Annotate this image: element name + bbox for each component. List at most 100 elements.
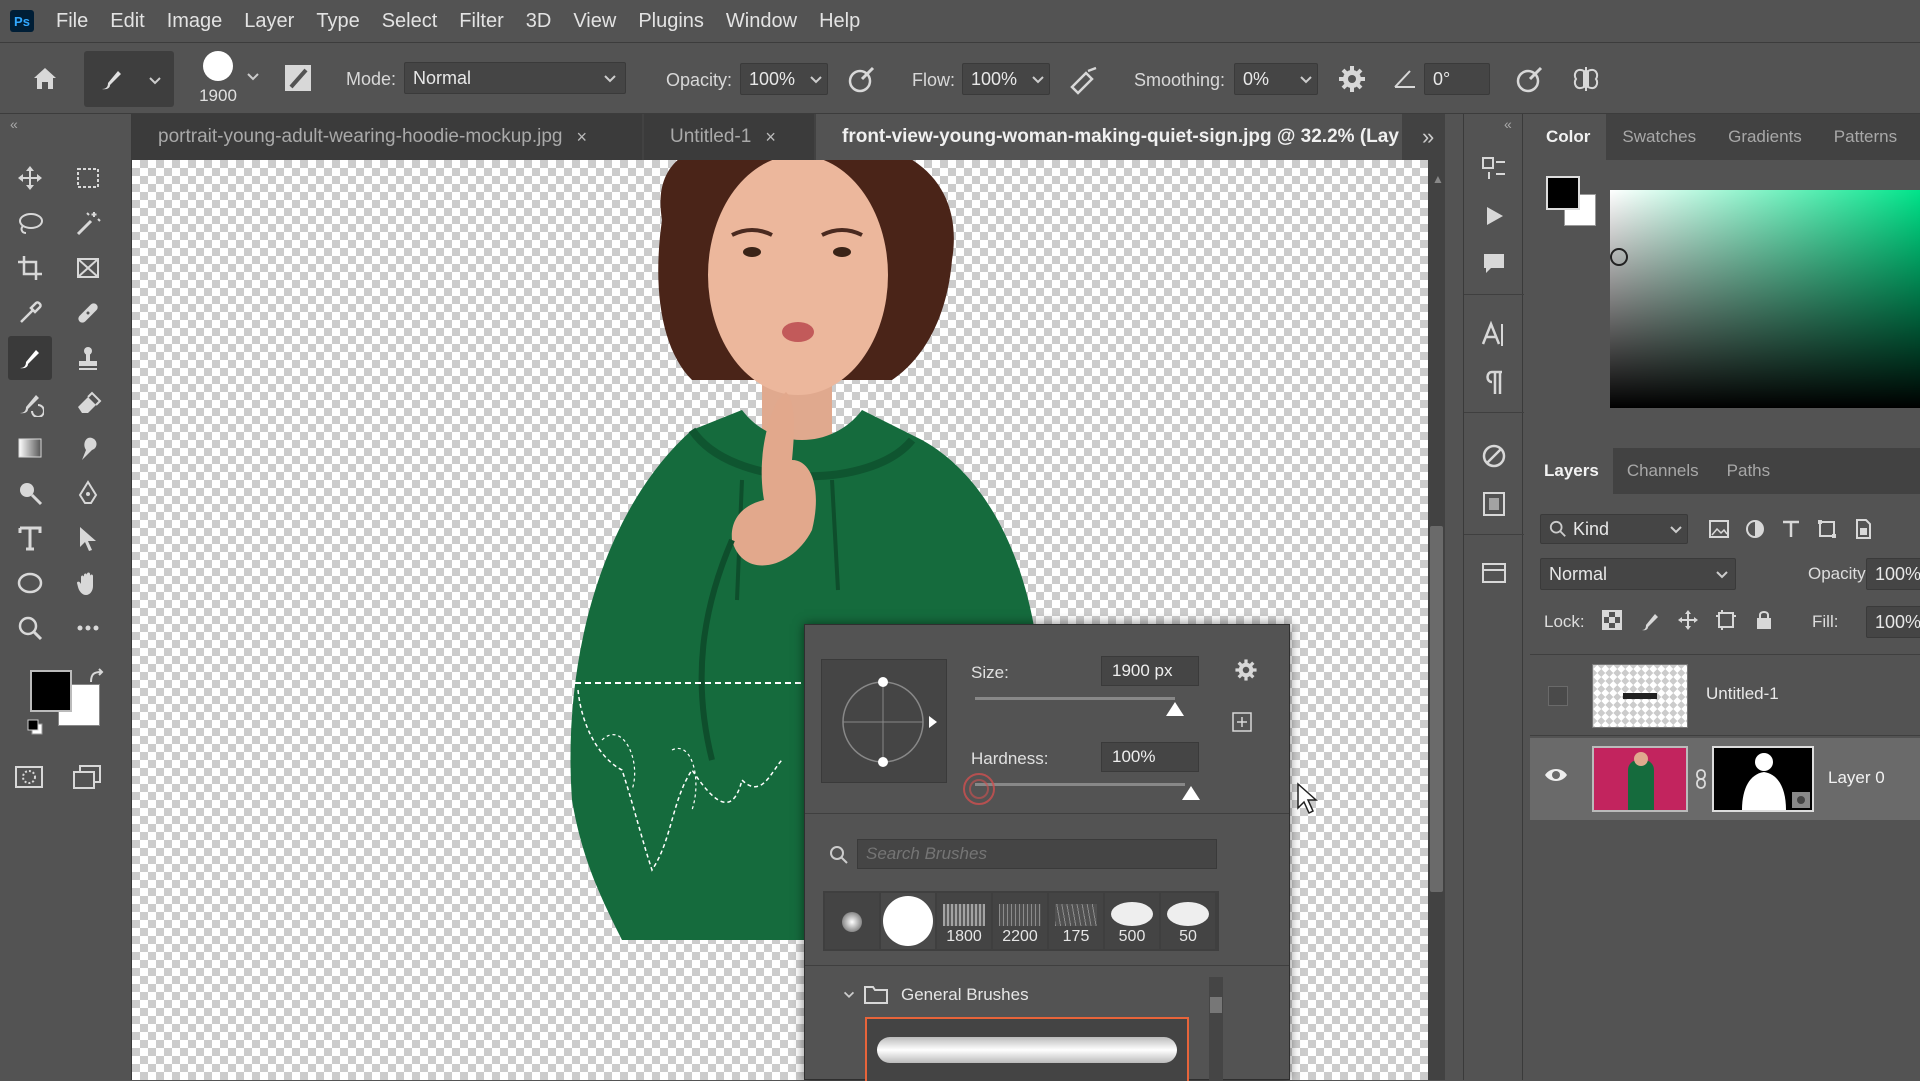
lock-artboard-icon[interactable] — [1714, 608, 1738, 632]
brush-tool-icon[interactable] — [8, 336, 52, 380]
pixel-filter-icon[interactable] — [1708, 518, 1730, 540]
menu-file[interactable]: File — [56, 10, 88, 33]
vertical-scrollbar[interactable]: ▲ — [1428, 160, 1445, 1080]
fill-field[interactable]: 100% — [1866, 606, 1920, 638]
history-icon[interactable] — [1464, 144, 1524, 192]
hand-tool-icon[interactable] — [66, 561, 110, 605]
expand-panel-icon[interactable]: « — [1504, 116, 1512, 132]
lock-pixels-icon[interactable] — [1638, 608, 1662, 632]
menu-select[interactable]: Select — [382, 10, 438, 33]
clone-stamp-tool-icon[interactable] — [66, 336, 110, 380]
pressure-size-icon[interactable] — [1514, 63, 1546, 95]
libraries-icon[interactable] — [1464, 480, 1524, 528]
tab-patterns[interactable]: Patterns — [1818, 114, 1913, 160]
brush-preset-175[interactable]: 175 — [1049, 893, 1103, 949]
pressure-opacity-icon[interactable] — [846, 63, 878, 95]
gear-icon[interactable] — [1336, 63, 1368, 95]
collapse-panel-icon[interactable]: « — [10, 116, 18, 132]
path-selection-tool-icon[interactable] — [66, 516, 110, 560]
scrollbar-thumb[interactable] — [1430, 526, 1443, 892]
layer-thumbnail[interactable] — [1592, 746, 1688, 812]
healing-brush-tool-icon[interactable] — [66, 291, 110, 335]
layer-name[interactable]: Untitled-1 — [1706, 684, 1779, 704]
hardness-slider-track[interactable] — [975, 783, 1185, 786]
chevron-down-icon[interactable] — [244, 67, 262, 85]
close-icon[interactable]: × — [577, 127, 588, 148]
close-icon[interactable]: × — [765, 127, 776, 148]
mode-select[interactable]: Normal — [404, 62, 626, 94]
menu-type[interactable]: Type — [316, 10, 359, 33]
eye-icon[interactable] — [1544, 766, 1568, 784]
search-brushes-input[interactable] — [857, 839, 1217, 869]
brush-stroke-preview[interactable] — [865, 1017, 1189, 1081]
pen-tool-icon[interactable] — [66, 471, 110, 515]
layer-thumbnail[interactable] — [1592, 664, 1688, 728]
size-slider-track[interactable] — [975, 697, 1175, 700]
tab-overflow-icon[interactable]: » — [1422, 124, 1434, 150]
layer-visibility-toggle[interactable] — [1548, 686, 1568, 706]
blend-mode-select[interactable]: Normal — [1540, 558, 1736, 590]
menu-view[interactable]: View — [573, 10, 616, 33]
layer-filter-select[interactable]: Kind — [1540, 514, 1688, 544]
hardness-slider-thumb[interactable] — [1181, 785, 1201, 801]
tab-hoodie-mockup[interactable]: portrait-young-adult-wearing-hoodie-mock… — [132, 114, 642, 160]
type-tool-icon[interactable] — [8, 516, 52, 560]
hardness-field[interactable]: 100% — [1101, 742, 1199, 772]
opacity-field[interactable]: 100% — [740, 63, 828, 95]
history-brush-tool-icon[interactable] — [8, 381, 52, 425]
layer-row-layer-0[interactable]: Layer 0 — [1530, 738, 1920, 820]
menu-edit[interactable]: Edit — [110, 10, 144, 33]
eyedropper-tool-icon[interactable] — [8, 291, 52, 335]
brush-size-picker[interactable] — [198, 51, 238, 91]
tab-paths[interactable]: Paths — [1713, 448, 1784, 494]
scroll-up-icon[interactable]: ▲ — [1432, 172, 1444, 186]
swap-colors-icon[interactable] — [88, 668, 106, 686]
brush-preset-hard-round[interactable] — [881, 893, 935, 949]
smart-object-filter-icon[interactable] — [1852, 518, 1874, 540]
menu-help[interactable]: Help — [819, 10, 860, 33]
type-filter-icon[interactable] — [1780, 518, 1802, 540]
quick-mask-icon[interactable] — [14, 764, 44, 790]
adjustments-icon[interactable] — [1464, 432, 1524, 480]
crop-tool-icon[interactable] — [8, 246, 52, 290]
brush-preset-50[interactable]: 50 — [1161, 893, 1215, 949]
brush-preset-2200[interactable]: 2200 — [993, 893, 1047, 949]
lock-transparency-icon[interactable] — [1600, 608, 1624, 632]
tab-layers[interactable]: Layers — [1530, 448, 1613, 494]
chevron-down-icon[interactable] — [841, 987, 857, 1003]
layer-row-untitled-1[interactable]: Untitled-1 — [1530, 656, 1920, 736]
smudge-tool-icon[interactable] — [66, 426, 110, 470]
menu-3d[interactable]: 3D — [526, 10, 552, 33]
color-picker-field[interactable] — [1610, 190, 1920, 408]
character-panel-icon[interactable] — [1464, 310, 1524, 358]
brush-preset-soft[interactable] — [825, 893, 879, 949]
magic-wand-tool-icon[interactable] — [66, 201, 110, 245]
lasso-tool-icon[interactable] — [8, 201, 52, 245]
paragraph-icon[interactable] — [1464, 358, 1524, 406]
home-icon[interactable] — [30, 63, 60, 93]
tab-color[interactable]: Color — [1530, 114, 1607, 160]
lock-position-icon[interactable] — [1676, 608, 1700, 632]
brush-angle-preview[interactable] — [821, 659, 947, 783]
menu-image[interactable]: Image — [167, 10, 223, 33]
move-tool-icon[interactable] — [8, 156, 52, 200]
tab-gradients[interactable]: Gradients — [1712, 114, 1818, 160]
airbrush-icon[interactable] — [1068, 65, 1100, 95]
tab-channels[interactable]: Channels — [1613, 448, 1713, 494]
screen-mode-icon[interactable] — [72, 764, 102, 790]
brush-list-scrollbar[interactable] — [1209, 977, 1223, 1081]
tab-quiet-sign-active[interactable]: front-view-young-woman-making-quiet-sign… — [816, 114, 1402, 160]
marquee-tool-icon[interactable] — [66, 156, 110, 200]
link-icon[interactable] — [1694, 768, 1708, 790]
ellipse-tool-icon[interactable] — [8, 561, 52, 605]
new-preset-icon[interactable] — [1231, 711, 1253, 733]
menu-filter[interactable]: Filter — [459, 10, 503, 33]
color-picker-cursor[interactable] — [1610, 248, 1628, 266]
panel-foreground-swatch[interactable] — [1546, 176, 1580, 210]
foreground-color-swatch[interactable] — [30, 670, 72, 712]
angle-field[interactable]: 0° — [1424, 63, 1490, 95]
flow-field[interactable]: 100% — [962, 63, 1050, 95]
size-slider-thumb[interactable] — [1165, 701, 1185, 717]
layer-opacity-field[interactable]: 100% — [1866, 558, 1920, 590]
menu-window[interactable]: Window — [726, 10, 797, 33]
